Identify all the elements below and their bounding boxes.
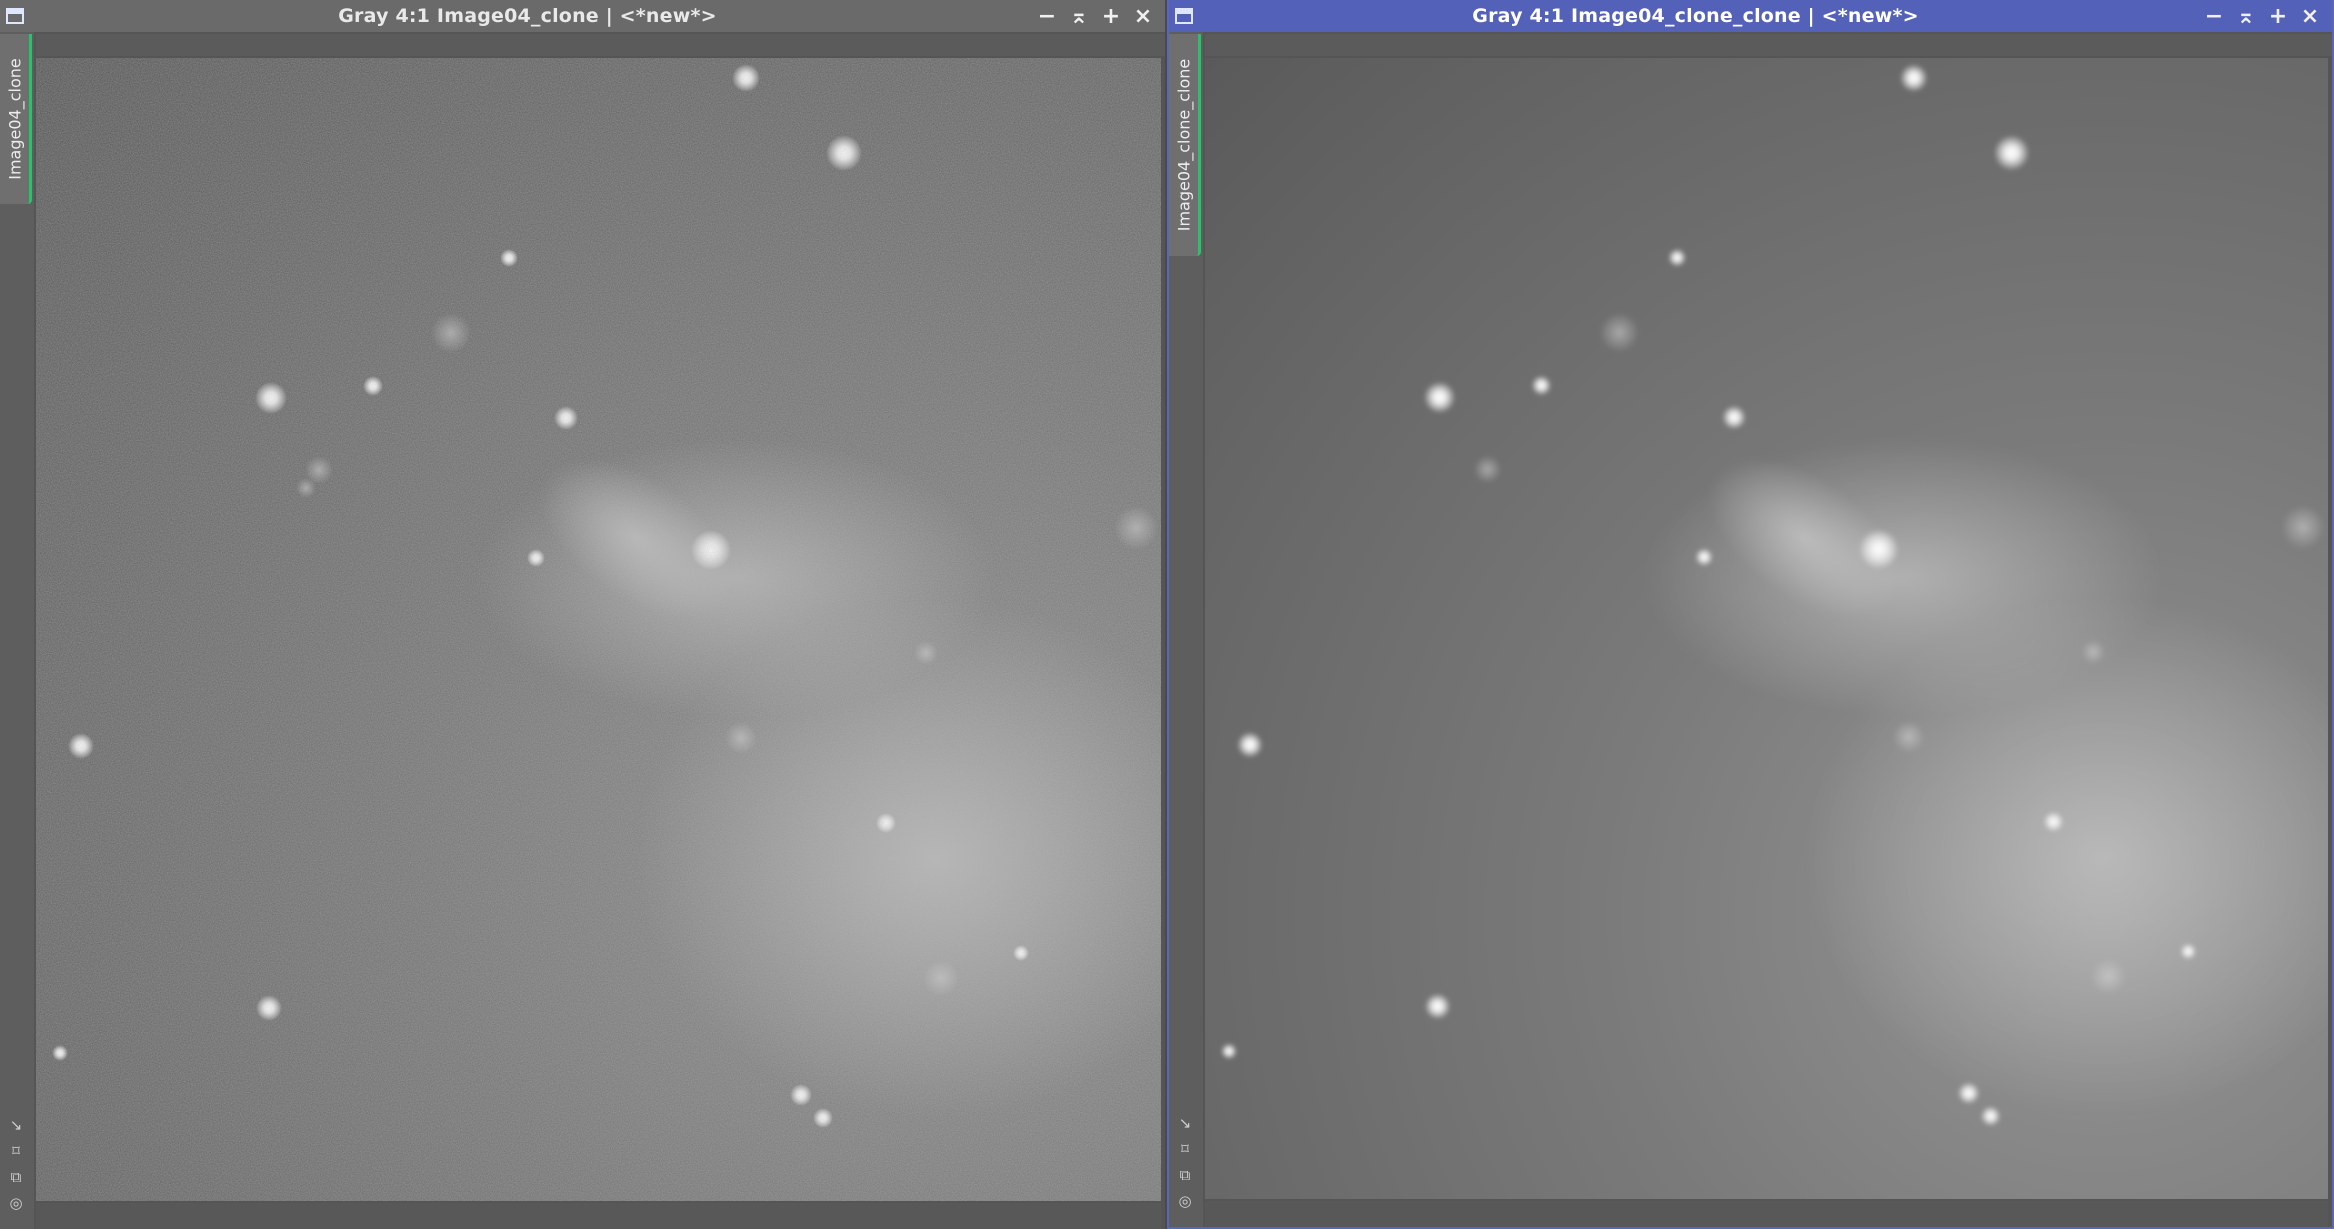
view-sidebar: Image04_clone_clone ↘ ⌑ ⧉ ◎ <box>1169 32 1203 1227</box>
shade-icon[interactable]: ⌅ <box>1063 2 1095 30</box>
target-icon[interactable]: ◎ <box>8 1195 24 1211</box>
window-icon[interactable] <box>6 8 24 24</box>
minimize-icon[interactable]: − <box>1031 2 1063 30</box>
shade-icon[interactable]: ⌅ <box>2230 2 2262 30</box>
target-icon[interactable]: ◎ <box>1177 1193 1193 1209</box>
bottom-bar <box>1205 1201 2328 1227</box>
close-icon[interactable]: × <box>2294 2 2326 30</box>
star-field-smooth <box>1220 63 2328 1127</box>
window-title: Gray 4:1 Image04_clone | <*new*> <box>338 5 717 27</box>
image-window-left[interactable]: Gray 4:1 Image04_clone | <*new*> − ⌅ + ×… <box>0 0 1165 1229</box>
view-tab-label: Image04_clone <box>5 58 24 180</box>
image-window-right[interactable]: Gray 4:1 Image04_clone_clone | <*new*> −… <box>1167 0 2334 1229</box>
close-icon[interactable]: × <box>1127 2 1159 30</box>
clone-view-icon[interactable]: ⧉ <box>1177 1167 1193 1183</box>
title-bar[interactable]: Gray 4:1 Image04_clone | <*new*> − ⌅ + × <box>0 0 1165 32</box>
fit-view-icon[interactable]: ⌑ <box>1177 1141 1193 1157</box>
window-controls: − ⌅ + × <box>1031 2 1159 30</box>
view-tab[interactable]: Image04_clone_clone <box>1169 34 1201 256</box>
image-canvas[interactable] <box>1205 58 2328 1199</box>
window-controls: − ⌅ + × <box>2198 2 2326 30</box>
view-tab-label: Image04_clone_clone <box>1174 58 1193 232</box>
resize-arrow-icon[interactable]: ↘ <box>8 1117 24 1133</box>
minimize-icon[interactable]: − <box>2198 2 2230 30</box>
bottom-bar <box>36 1203 1161 1229</box>
window-icon[interactable] <box>1175 8 1193 24</box>
fit-view-icon[interactable]: ⌑ <box>8 1143 24 1159</box>
side-tools: ↘ ⌑ ⧉ ◎ <box>1169 1115 1201 1209</box>
view-sidebar: Image04_clone ↘ ⌑ ⧉ ◎ <box>0 32 34 1229</box>
side-tools: ↘ ⌑ ⧉ ◎ <box>0 1117 32 1211</box>
resize-arrow-icon[interactable]: ↘ <box>1177 1115 1193 1131</box>
view-toolstrip <box>1205 34 2332 56</box>
window-title: Gray 4:1 Image04_clone_clone | <*new*> <box>1472 5 1919 27</box>
clone-view-icon[interactable]: ⧉ <box>8 1169 24 1185</box>
maximize-icon[interactable]: + <box>2262 2 2294 30</box>
view-tab[interactable]: Image04_clone <box>0 34 32 204</box>
image-canvas[interactable] <box>36 58 1161 1201</box>
star-field-noisy <box>36 58 1161 1201</box>
maximize-icon[interactable]: + <box>1095 2 1127 30</box>
view-toolstrip <box>36 34 1165 56</box>
title-bar[interactable]: Gray 4:1 Image04_clone_clone | <*new*> −… <box>1169 0 2332 32</box>
